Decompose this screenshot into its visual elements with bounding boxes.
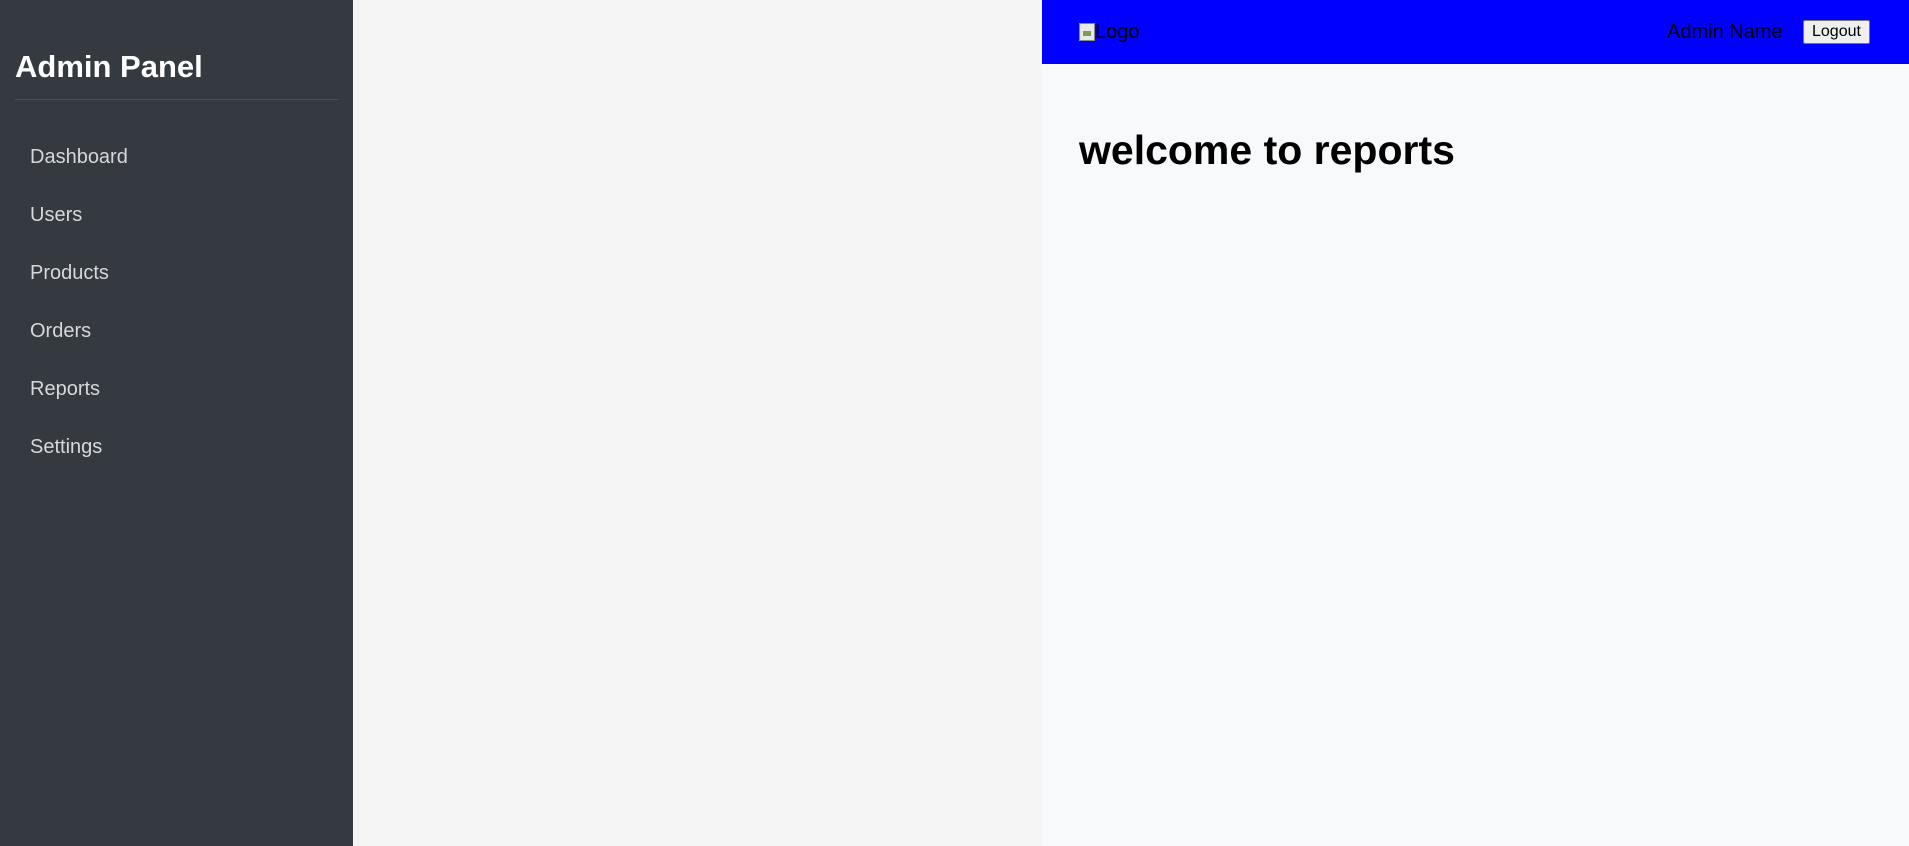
page-title: welcome to reports — [1079, 127, 1455, 173]
empty-gap-area — [353, 0, 1042, 846]
logo-alt-text: Logo — [1095, 20, 1140, 43]
logout-button[interactable]: Logout — [1803, 20, 1870, 44]
sidebar: Admin Panel Dashboard Users Products Ord… — [0, 0, 353, 846]
main-content: Logo Admin Name Logout welcome to report… — [1042, 0, 1909, 846]
sidebar-item-products[interactable]: Products — [15, 251, 338, 309]
admin-name: Admin Name — [1667, 21, 1783, 43]
sidebar-item-orders[interactable]: Orders — [15, 309, 338, 367]
sidebar-nav: Dashboard Users Products Orders Reports … — [15, 135, 338, 483]
sidebar-item-reports[interactable]: Reports — [15, 367, 338, 425]
sidebar-item-settings[interactable]: Settings — [15, 425, 338, 483]
sidebar-title: Admin Panel — [15, 0, 338, 100]
logo: Logo — [1079, 20, 1140, 44]
broken-image-icon — [1079, 23, 1095, 41]
top-header: Logo Admin Name Logout — [1042, 0, 1909, 64]
sidebar-item-users[interactable]: Users — [15, 193, 338, 251]
app-root: Admin Panel Dashboard Users Products Ord… — [0, 0, 1909, 846]
sidebar-item-dashboard[interactable]: Dashboard — [15, 135, 338, 193]
